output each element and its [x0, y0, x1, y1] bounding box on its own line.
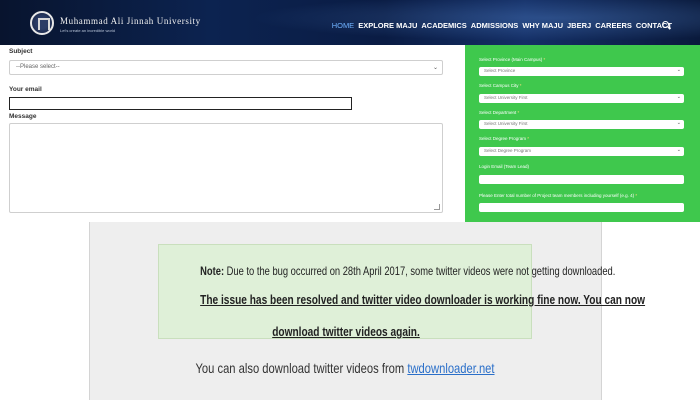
notice-box: Note: Due to the bug occurred on 28th Ap…	[158, 244, 646, 339]
email-field[interactable]	[9, 97, 352, 110]
notice-line-1: Note: Due to the bug occurred on 28th Ap…	[200, 264, 615, 278]
alternate-download-text: You can also download twitter videos fro…	[195, 360, 494, 376]
team-members-label-text: Please Enter total number of Project tea…	[479, 193, 635, 198]
email-label: Your email	[9, 86, 42, 93]
notice-line-3: download twitter videos again.	[272, 324, 420, 339]
nav-explore-maju[interactable]: EXPLORE MAJU	[358, 21, 417, 30]
subject-label: Subject	[9, 48, 33, 55]
registration-panel: Select Province (Main Campus) * Select P…	[465, 45, 700, 222]
required-mark: *	[635, 193, 638, 198]
site-header: Muhammad Ali Jinnah University Let's cre…	[0, 0, 700, 45]
page: Muhammad Ali Jinnah University Let's cre…	[0, 0, 700, 400]
required-mark: *	[527, 136, 530, 141]
province-select-value: Select Province	[484, 68, 516, 73]
nav-careers[interactable]: CAREERS	[595, 21, 632, 30]
department-select-value: Select University First	[484, 121, 528, 126]
campus-label: Select Campus City *	[479, 83, 522, 88]
province-select[interactable]: Select Province ⌄	[479, 67, 684, 76]
province-label: Select Province (Main Campus) *	[479, 57, 545, 62]
required-mark: *	[543, 57, 546, 62]
login-email-field[interactable]	[479, 175, 684, 184]
notice-line-2: The issue has been resolved and twitter …	[200, 292, 646, 307]
required-mark: *	[519, 83, 522, 88]
team-members-label: Please Enter total number of Project tea…	[479, 193, 637, 198]
required-mark: *	[517, 110, 520, 115]
team-members-field[interactable]	[479, 203, 684, 212]
campus-select-value: Select University First	[484, 95, 528, 100]
nav-academics[interactable]: ACADEMICS	[421, 21, 466, 30]
university-logo-icon[interactable]	[30, 11, 54, 35]
login-email-label: Login Email (Team Lead)	[479, 164, 530, 169]
chevron-down-icon: ⌄	[432, 65, 438, 71]
search-icon[interactable]	[662, 21, 669, 28]
campus-label-text: Select Campus City	[479, 83, 519, 88]
message-textarea[interactable]	[9, 123, 443, 213]
message-label: Message	[9, 113, 37, 120]
nav-home[interactable]: HOME	[332, 21, 355, 30]
notice-line-1-text: Due to the bug occurred on 28th April 20…	[226, 264, 616, 278]
chevron-down-icon: ⌄	[676, 94, 681, 100]
alternate-text: You can also download twitter videos fro…	[195, 360, 405, 376]
subject-select-value: --Please select--	[16, 64, 60, 70]
department-label: Select Department *	[479, 110, 519, 115]
chevron-down-icon: ⌄	[676, 147, 681, 153]
program-label-text: Select Degree Program	[479, 136, 527, 141]
main-nav: HOME EXPLORE MAJU ACADEMICS ADMISSIONS W…	[332, 21, 672, 30]
program-label: Select Degree Program *	[479, 136, 529, 141]
campus-select[interactable]: Select University First ⌄	[479, 94, 684, 103]
chevron-down-icon: ⌄	[676, 67, 681, 73]
subject-select[interactable]: --Please select-- ⌄	[9, 60, 443, 75]
program-select[interactable]: Select Degree Program ⌄	[479, 147, 684, 156]
nav-why-maju[interactable]: WHY MAJU	[522, 21, 563, 30]
university-name[interactable]: Muhammad Ali Jinnah University	[60, 16, 201, 26]
program-select-value: Select Degree Program	[484, 148, 532, 153]
department-label-text: Select Department	[479, 110, 517, 115]
province-label-text: Select Province (Main Campus)	[479, 57, 543, 62]
note-prefix: Note:	[200, 264, 225, 278]
department-select[interactable]: Select University First ⌄	[479, 120, 684, 129]
nav-admissions[interactable]: ADMISSIONS	[471, 21, 519, 30]
nav-jberj[interactable]: JBERJ	[567, 21, 591, 30]
university-tagline: Let's create an incredible world	[60, 28, 116, 33]
chevron-down-icon: ⌄	[676, 120, 681, 126]
twdownloader-link[interactable]: twdownloader.net	[407, 360, 494, 376]
